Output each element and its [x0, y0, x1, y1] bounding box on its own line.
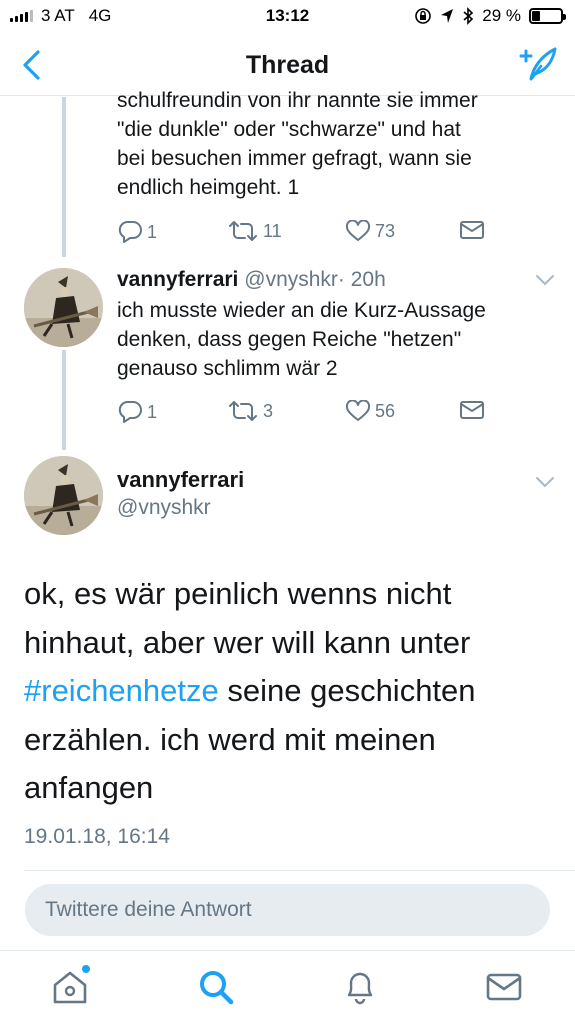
tweet-text-line: schulfreundin von ihr nannte sie immer [117, 89, 478, 112]
heart-icon[interactable] [345, 220, 371, 242]
retweet-count: 11 [263, 220, 282, 241]
avatar-witch-image [24, 268, 103, 347]
battery-percent: 29 % [482, 6, 521, 25]
reply-bar: Twittere deine Antwort [0, 872, 575, 948]
tweet-text-line: genauso schlimm wär 2 [117, 357, 338, 380]
author-handle: @vnyshkr [244, 268, 338, 291]
compose-tweet-icon[interactable] [517, 44, 559, 84]
thread-connector [62, 97, 66, 257]
tweet-timestamp: 19.01.18, 16:14 [24, 825, 170, 848]
page-title: Thread [245, 51, 330, 79]
tweet-text-segment: ok, es wär peinlich wenns nicht hinhaut,… [24, 576, 471, 660]
dm-action[interactable] [459, 400, 485, 420]
tweet-text-line: "die dunkle" oder "schwarze" und hat [117, 118, 461, 141]
avatar[interactable] [24, 456, 103, 535]
reply-input[interactable]: Twittere deine Antwort [25, 884, 550, 936]
tweet-time: · 20h [337, 268, 386, 291]
tweet-1-actions: 1 11 73 [117, 220, 497, 244]
tab-bar [0, 950, 575, 1024]
reply-count: 1 [147, 221, 158, 242]
tweet-2-header: vannyferrari @vnyshkr· 20h [117, 268, 386, 292]
tweet-1-text: schulfreundin von ihr nannte sie immer "… [117, 86, 478, 202]
tweet-2-text: ich musste wieder an die Kurz-Aussage de… [117, 296, 486, 383]
divider [24, 870, 575, 871]
avatar-witch-image [24, 456, 103, 535]
retweet-icon[interactable] [227, 400, 259, 422]
like-count: 73 [375, 220, 396, 241]
tweet-text-line: endlich heimgeht. 1 [117, 176, 300, 199]
mail-icon[interactable] [459, 220, 485, 240]
tweet-2-actions: 1 3 56 [117, 400, 497, 424]
battery-icon [529, 8, 566, 24]
retweet-action[interactable]: 11 [227, 220, 282, 242]
hashtag-link[interactable]: #reichenhetze [24, 673, 219, 708]
messages-icon[interactable] [484, 967, 524, 1007]
reply-icon[interactable] [117, 400, 143, 424]
home-icon[interactable] [50, 967, 90, 1007]
chevron-down-icon[interactable] [535, 274, 555, 286]
reply-action[interactable]: 1 [117, 220, 157, 244]
tweet-text-line: ich musste wieder an die Kurz-Aussage [117, 299, 486, 322]
main-author-handle: @vnyshkr [117, 496, 211, 519]
mail-icon[interactable] [459, 400, 485, 420]
like-action[interactable]: 56 [345, 400, 395, 422]
dm-action[interactable] [459, 220, 485, 240]
status-bar: 3 AT 4G 13:12 29 % [0, 0, 575, 34]
reply-icon[interactable] [117, 220, 143, 244]
main-author-name[interactable]: vannyferrari [117, 467, 244, 493]
retweet-count: 3 [263, 400, 274, 421]
avatar[interactable] [24, 268, 103, 347]
orientation-lock-icon [415, 8, 432, 24]
notifications-icon[interactable] [340, 967, 380, 1007]
reply-action[interactable]: 1 [117, 400, 157, 424]
search-icon[interactable] [196, 967, 236, 1007]
retweet-icon[interactable] [227, 220, 259, 242]
chevron-down-icon[interactable] [535, 476, 555, 488]
status-right: 29 % [414, 6, 566, 26]
tweet-text-line: bei besuchen immer gefragt, wann sie [117, 147, 472, 170]
location-icon [441, 9, 454, 23]
like-action[interactable]: 73 [345, 220, 395, 242]
heart-icon[interactable] [345, 400, 371, 422]
reply-count: 1 [147, 401, 158, 422]
tweet-text-line: denken, dass gegen Reiche "hetzen" [117, 328, 462, 351]
thread-connector [62, 350, 66, 450]
main-tweet-text: ok, es wär peinlich wenns nicht hinhaut,… [24, 570, 554, 813]
like-count: 56 [375, 400, 396, 421]
author-name[interactable]: vannyferrari [117, 268, 238, 291]
retweet-action[interactable]: 3 [227, 400, 273, 422]
bluetooth-icon [463, 7, 474, 25]
notification-dot [82, 965, 90, 973]
